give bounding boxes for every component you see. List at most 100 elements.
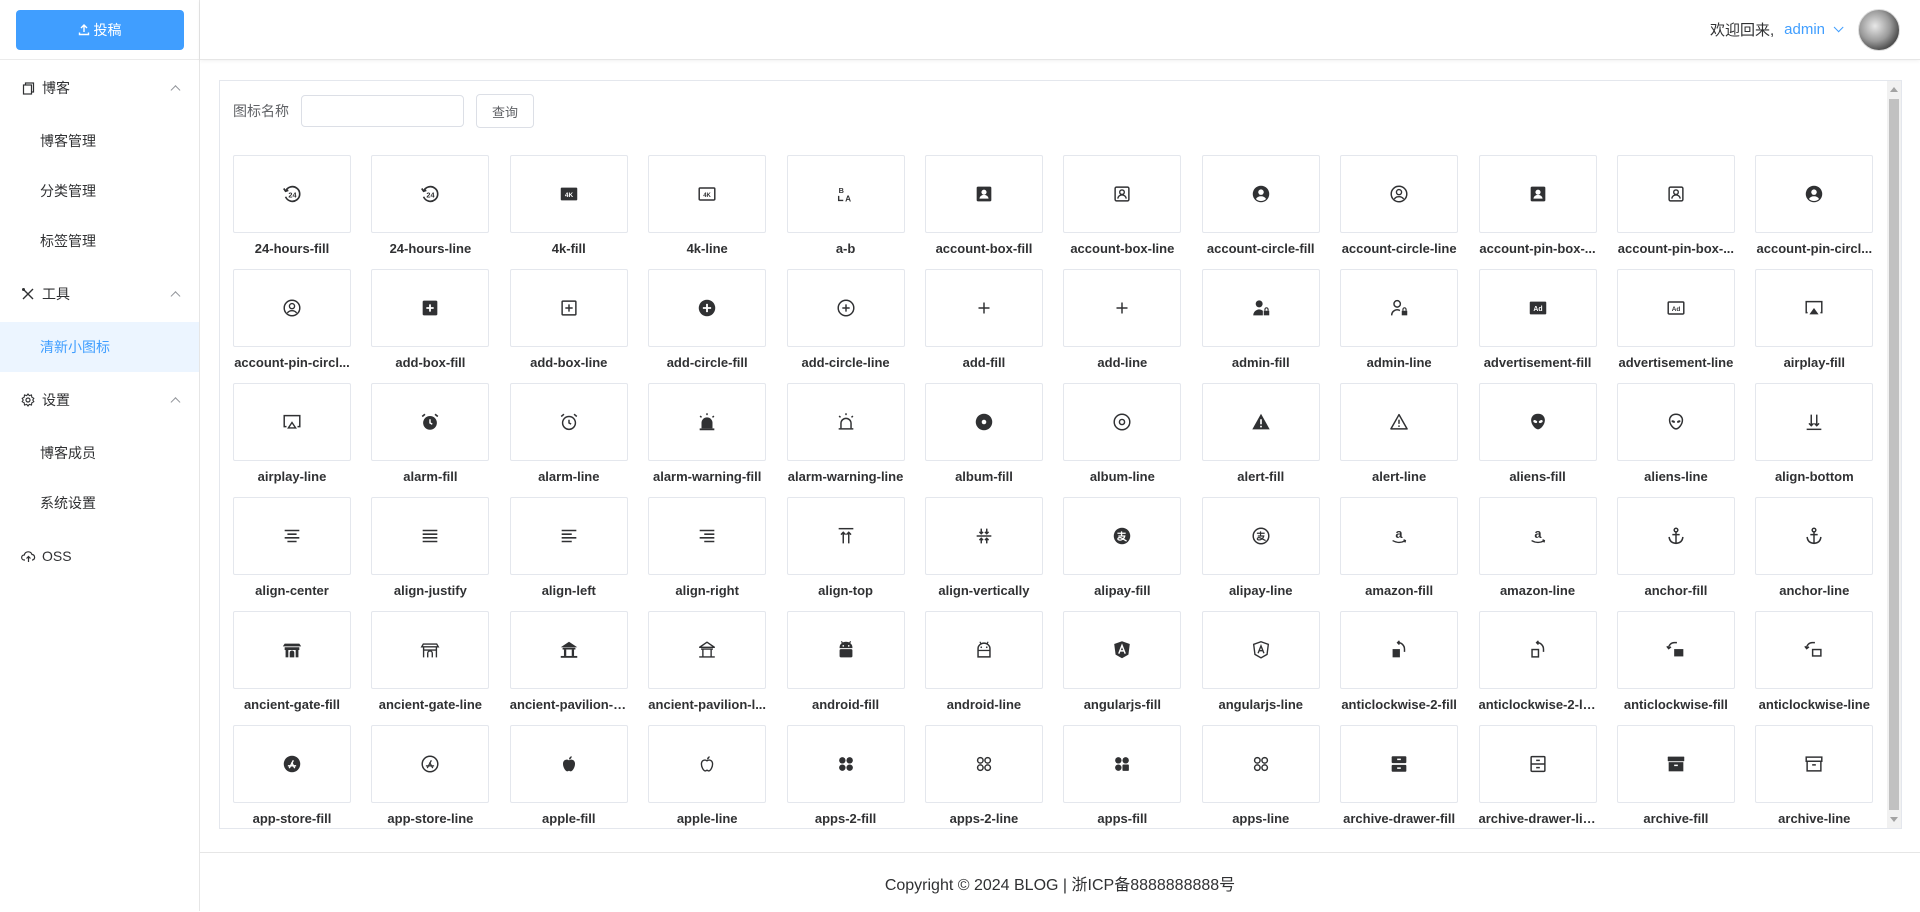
- icon-preview[interactable]: [509, 497, 628, 575]
- icon-card[interactable]: ancient-gate-line: [371, 611, 490, 725]
- icon-card[interactable]: album-line: [1063, 383, 1182, 497]
- icon-preview[interactable]: [1063, 383, 1182, 461]
- icon-preview[interactable]: [1063, 497, 1182, 575]
- icon-card[interactable]: alarm-warning-fill: [648, 383, 767, 497]
- icon-card[interactable]: account-pin-box-...: [1616, 155, 1735, 269]
- icon-preview[interactable]: [1478, 611, 1597, 689]
- icon-preview[interactable]: [1201, 269, 1320, 347]
- menu-group-tools[interactable]: 工具: [0, 266, 199, 322]
- menu-item-tag-manage[interactable]: 标签管理: [0, 216, 199, 266]
- icon-preview[interactable]: [786, 611, 905, 689]
- icon-card[interactable]: alipay-fill: [1063, 497, 1182, 611]
- icon-card[interactable]: align-center: [233, 497, 351, 611]
- icon-card[interactable]: account-pin-circl...: [1755, 155, 1874, 269]
- icon-preview[interactable]: [1478, 383, 1597, 461]
- icon-card[interactable]: alert-line: [1340, 383, 1459, 497]
- icon-preview[interactable]: [648, 497, 767, 575]
- icon-card[interactable]: ancient-gate-fill: [233, 611, 351, 725]
- icon-card[interactable]: apps-fill: [1063, 725, 1182, 828]
- publish-button[interactable]: 投稿: [15, 9, 184, 50]
- icon-preview[interactable]: [786, 383, 905, 461]
- icon-card[interactable]: account-pin-box-...: [1478, 155, 1597, 269]
- icon-card[interactable]: apps-2-line: [924, 725, 1043, 828]
- icon-preview[interactable]: [924, 155, 1043, 233]
- icon-preview[interactable]: [371, 383, 490, 461]
- icon-card[interactable]: add-circle-line: [786, 269, 905, 383]
- icon-preview[interactable]: [1063, 269, 1182, 347]
- icon-preview[interactable]: [1616, 155, 1735, 233]
- icon-card[interactable]: anticlockwise-2-li...: [1478, 611, 1597, 725]
- icon-preview[interactable]: 4K: [648, 155, 767, 233]
- menu-item-system-settings[interactable]: 系统设置: [0, 478, 199, 528]
- icon-card[interactable]: ancient-pavilion-l...: [648, 611, 767, 725]
- icon-preview[interactable]: a: [1478, 497, 1597, 575]
- icon-card[interactable]: app-store-fill: [233, 725, 351, 828]
- icon-card[interactable]: anticlockwise-fill: [1616, 611, 1735, 725]
- icon-card[interactable]: align-top: [786, 497, 905, 611]
- icon-preview[interactable]: Ad: [1478, 269, 1597, 347]
- icon-preview[interactable]: [924, 269, 1043, 347]
- icon-preview[interactable]: [1755, 269, 1874, 347]
- icon-preview[interactable]: [509, 383, 628, 461]
- icon-preview[interactable]: 24: [233, 155, 351, 233]
- icon-card[interactable]: B Aa-b: [786, 155, 905, 269]
- menu-item-category-manage[interactable]: 分类管理: [0, 166, 199, 216]
- icon-card[interactable]: airplay-fill: [1755, 269, 1874, 383]
- icon-card[interactable]: align-vertically: [924, 497, 1043, 611]
- icon-card[interactable]: add-fill: [924, 269, 1043, 383]
- icon-preview[interactable]: [371, 497, 490, 575]
- avatar[interactable]: [1858, 8, 1900, 51]
- icon-preview[interactable]: [1616, 611, 1735, 689]
- icon-card[interactable]: align-justify: [371, 497, 490, 611]
- icon-preview[interactable]: [1755, 155, 1874, 233]
- icon-card[interactable]: a amazon-line: [1478, 497, 1597, 611]
- icon-preview[interactable]: [1063, 725, 1182, 803]
- query-button[interactable]: 查询: [476, 94, 535, 128]
- icon-preview[interactable]: [371, 611, 490, 689]
- icon-preview[interactable]: BA: [786, 155, 905, 233]
- icon-preview[interactable]: [233, 269, 351, 347]
- icon-card[interactable]: anticlockwise-2-fill: [1340, 611, 1459, 725]
- icon-preview[interactable]: [786, 269, 905, 347]
- icon-preview[interactable]: [786, 725, 905, 803]
- icon-card[interactable]: align-right: [648, 497, 767, 611]
- icon-preview[interactable]: [1340, 155, 1459, 233]
- scroll-down-arrow-icon[interactable]: [1890, 817, 1898, 822]
- icon-card[interactable]: archive-fill: [1616, 725, 1735, 828]
- icon-preview[interactable]: [924, 497, 1043, 575]
- icon-card[interactable]: apple-fill: [509, 725, 628, 828]
- icon-preview[interactable]: [924, 725, 1043, 803]
- icon-preview[interactable]: [1616, 383, 1735, 461]
- icon-card[interactable]: alert-fill: [1201, 383, 1320, 497]
- icon-card[interactable]: alarm-fill: [371, 383, 490, 497]
- icon-card[interactable]: anticlockwise-line: [1755, 611, 1874, 725]
- icon-card[interactable]: account-circle-line: [1340, 155, 1459, 269]
- icon-preview[interactable]: [233, 611, 351, 689]
- icon-preview[interactable]: [1201, 155, 1320, 233]
- icon-preview[interactable]: [1755, 497, 1874, 575]
- icon-card[interactable]: ancient-pavilion-fill: [509, 611, 628, 725]
- icon-preview[interactable]: [1201, 383, 1320, 461]
- icon-card[interactable]: apps-line: [1201, 725, 1320, 828]
- icon-preview[interactable]: 24: [371, 155, 490, 233]
- icon-card[interactable]: account-circle-fill: [1201, 155, 1320, 269]
- icon-preview[interactable]: [1478, 155, 1597, 233]
- icon-card[interactable]: aliens-line: [1616, 383, 1735, 497]
- icon-preview[interactable]: [1201, 725, 1320, 803]
- icon-preview[interactable]: [648, 269, 767, 347]
- icon-preview[interactable]: [1755, 611, 1874, 689]
- icon-card[interactable]: Ad advertisement-line: [1616, 269, 1735, 383]
- icon-card[interactable]: archive-drawer-fill: [1340, 725, 1459, 828]
- icon-card[interactable]: 4K 4k-line: [648, 155, 767, 269]
- icon-preview[interactable]: [371, 269, 490, 347]
- icon-preview[interactable]: [648, 725, 767, 803]
- icon-card[interactable]: angularjs-line: [1201, 611, 1320, 725]
- icon-preview[interactable]: [1201, 497, 1320, 575]
- icon-preview[interactable]: [1478, 725, 1597, 803]
- icon-card[interactable]: alipay-line: [1201, 497, 1320, 611]
- icon-preview[interactable]: a: [1340, 497, 1459, 575]
- icon-card[interactable]: apple-line: [648, 725, 767, 828]
- icon-preview[interactable]: [233, 497, 351, 575]
- icon-card[interactable]: app-store-line: [371, 725, 490, 828]
- icon-card[interactable]: aliens-fill: [1478, 383, 1597, 497]
